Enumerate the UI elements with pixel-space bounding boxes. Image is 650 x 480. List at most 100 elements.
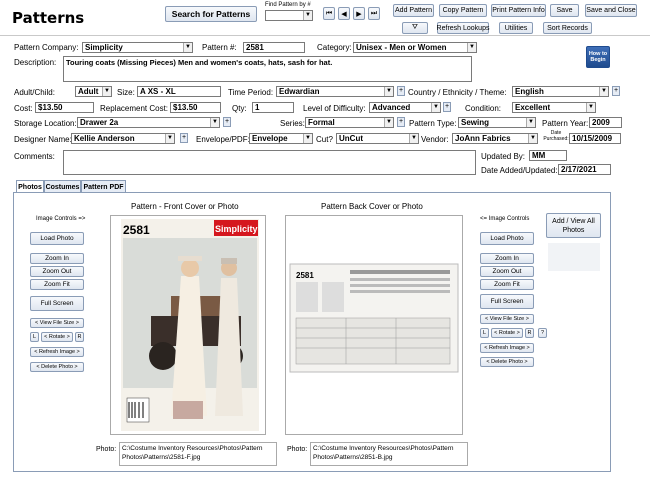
date-purchased-field[interactable]: 10/15/2009	[569, 133, 621, 144]
storage-location-dropdown[interactable]: Drawer 2a ▼	[77, 117, 220, 128]
pattern-company-dropdown[interactable]: Simplicity ▼	[82, 42, 193, 53]
chevron-down-icon: ▼	[183, 43, 192, 52]
series-dropdown[interactable]: Formal ▼	[305, 117, 394, 128]
difficulty-dropdown[interactable]: Advanced ▼	[369, 102, 441, 113]
add-difficulty-button[interactable]: +	[443, 102, 451, 112]
front-refresh-image-button[interactable]: < Refresh Image >	[30, 347, 84, 357]
front-rotate-left-button[interactable]: L	[30, 332, 39, 342]
add-series-button[interactable]: +	[397, 117, 405, 127]
cut-value: UnCut	[339, 134, 363, 143]
designer-name-label: Designer Name:	[14, 135, 72, 144]
back-load-photo-button[interactable]: Load Photo	[480, 232, 534, 245]
pattern-number-field[interactable]: 2581	[243, 42, 305, 53]
back-full-screen-button[interactable]: Full Screen	[480, 294, 534, 309]
add-storage-button[interactable]: +	[223, 117, 231, 127]
updated-by-field[interactable]: MM	[529, 150, 567, 161]
add-view-all-photos-button[interactable]: Add / View All Photos	[546, 213, 601, 238]
next-record-button[interactable]: ▶	[353, 7, 365, 20]
help-button[interactable]: ?	[538, 328, 547, 338]
previous-record-button[interactable]: ◀	[338, 7, 350, 20]
difficulty-label: Level of Difficulty:	[303, 104, 366, 113]
refresh-lookups-button[interactable]: Refresh Lookups	[437, 22, 489, 34]
add-country-button[interactable]: +	[612, 86, 620, 96]
front-rotate-button[interactable]: < Rotate >	[41, 332, 73, 342]
add-time-period-button[interactable]: +	[397, 86, 405, 96]
back-refresh-image-button[interactable]: < Refresh Image >	[480, 343, 534, 353]
first-record-button[interactable]: ⏮	[323, 7, 335, 20]
qty-field[interactable]: 1	[252, 102, 294, 113]
country-dropdown[interactable]: English ▼	[512, 86, 609, 97]
chevron-down-icon: ▼	[409, 134, 418, 143]
save-and-close-button[interactable]: Save and Close	[585, 4, 637, 17]
how-to-begin-button[interactable]: How to Begin	[586, 46, 610, 68]
sort-records-button[interactable]: Sort Records	[543, 22, 592, 34]
comments-field[interactable]	[63, 150, 476, 175]
pattern-type-label: Pattern Type:	[409, 119, 457, 128]
front-full-screen-button[interactable]: Full Screen	[30, 296, 84, 311]
updated-by-label: Updated By:	[481, 152, 526, 161]
back-view-file-size-button[interactable]: < View File Size >	[480, 314, 534, 324]
cut-dropdown[interactable]: UnCut ▼	[336, 133, 419, 144]
adult-child-value: Adult	[78, 87, 99, 96]
chevron-down-icon: ▼	[303, 134, 312, 143]
chevron-down-icon: ▼	[467, 43, 476, 52]
front-view-file-size-button[interactable]: < View File Size >	[30, 318, 84, 328]
front-rotate-right-button[interactable]: R	[75, 332, 84, 342]
category-dropdown[interactable]: Unisex - Men or Women ▼	[353, 42, 477, 53]
filter-icon: ⛛	[412, 24, 418, 31]
back-zoom-out-button[interactable]: Zoom Out	[480, 266, 534, 277]
designer-name-dropdown[interactable]: Kellie Anderson ▼	[71, 133, 175, 144]
designer-name-value: Kellie Anderson	[74, 134, 135, 143]
adult-child-dropdown[interactable]: Adult ▼	[75, 86, 112, 97]
pattern-company-label: Pattern Company:	[14, 43, 79, 52]
add-pattern-button[interactable]: Add Pattern	[393, 4, 434, 17]
last-record-button[interactable]: ⏭	[368, 7, 380, 20]
condition-dropdown[interactable]: Excellent ▼	[512, 102, 596, 113]
front-cover-photo-frame[interactable]: Simplicity 2581	[110, 215, 266, 435]
save-button[interactable]: Save	[550, 4, 579, 17]
right-image-controls-label: <= Image Controls	[480, 216, 530, 222]
vendor-dropdown[interactable]: JoAnn Fabrics ▼	[452, 133, 538, 144]
date-added-field[interactable]: 2/17/2021	[558, 164, 611, 175]
pattern-type-dropdown[interactable]: Sewing ▼	[458, 117, 536, 128]
front-zoom-fit-button[interactable]: Zoom Fit	[30, 279, 84, 290]
chevron-down-icon: ▼	[165, 134, 174, 143]
series-label: Series:	[280, 119, 305, 128]
front-zoom-in-button[interactable]: Zoom In	[30, 253, 84, 264]
country-label: Country / Ethnicity / Theme:	[408, 88, 507, 97]
find-pattern-dropdown[interactable]: ▼	[265, 10, 313, 21]
cost-field[interactable]: $13.50	[35, 102, 94, 113]
back-photo-path: C:\Costume Inventory Resources\Photos\Pa…	[310, 442, 468, 466]
chevron-down-icon: ▼	[384, 87, 393, 96]
pattern-number-label: Pattern #:	[202, 43, 237, 52]
storage-location-label: Storage Location:	[14, 119, 77, 128]
back-cover-image: 2581	[289, 263, 459, 373]
front-delete-photo-button[interactable]: < Delete Photo >	[30, 362, 84, 372]
front-photo-label: Photo:	[96, 446, 117, 453]
filter-icon-button[interactable]: ⛛	[402, 22, 428, 34]
chevron-down-icon: ▼	[586, 103, 595, 112]
chevron-down-icon: ▼	[303, 11, 312, 20]
back-rotate-left-button[interactable]: L	[480, 328, 489, 338]
back-delete-photo-button[interactable]: < Delete Photo >	[480, 357, 534, 367]
front-zoom-out-button[interactable]: Zoom Out	[30, 266, 84, 277]
print-pattern-info-button[interactable]: Print Pattern Info	[491, 4, 546, 17]
size-field[interactable]: A XS - XL	[137, 86, 221, 97]
comments-label: Comments:	[14, 152, 55, 161]
copy-pattern-button[interactable]: Copy Pattern	[439, 4, 487, 17]
search-patterns-button[interactable]: Search for Patterns	[165, 6, 257, 22]
back-zoom-fit-button[interactable]: Zoom Fit	[480, 279, 534, 290]
back-zoom-in-button[interactable]: Zoom In	[480, 253, 534, 264]
back-rotate-button[interactable]: < Rotate >	[491, 328, 523, 338]
envelope-pdf-dropdown[interactable]: Envelope ▼	[249, 133, 313, 144]
front-load-photo-button[interactable]: Load Photo	[30, 232, 84, 245]
back-rotate-right-button[interactable]: R	[525, 328, 534, 338]
pattern-year-field[interactable]: 2009	[589, 117, 622, 128]
add-designer-button[interactable]: +	[180, 133, 188, 143]
utilities-button[interactable]: Utilities	[499, 22, 533, 34]
back-cover-photo-frame[interactable]: 2581	[285, 215, 463, 435]
replacement-cost-field[interactable]: $13.50	[170, 102, 221, 113]
time-period-value: Edwardian	[279, 87, 320, 96]
time-period-dropdown[interactable]: Edwardian ▼	[276, 86, 394, 97]
description-field[interactable]: Touring coats (Missing Pieces) Men and w…	[63, 56, 472, 82]
